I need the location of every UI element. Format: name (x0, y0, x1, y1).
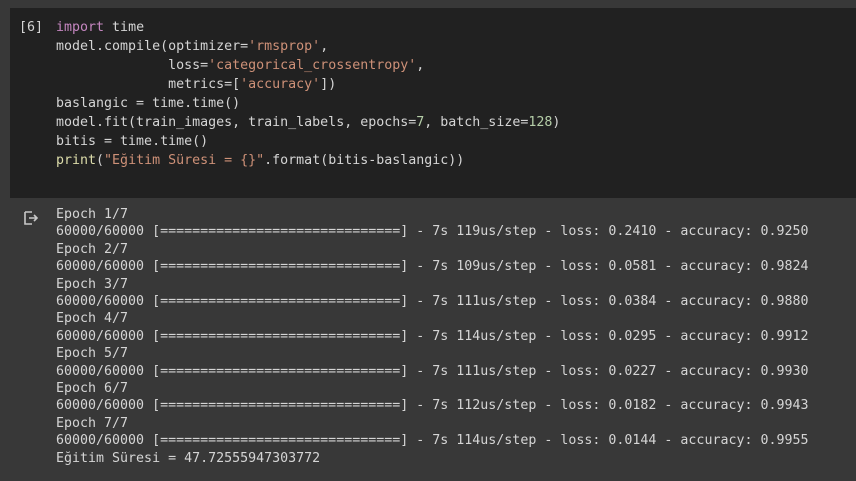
code-token: metrics=[ (56, 77, 241, 92)
output-line: Epoch 3/7 (56, 276, 129, 292)
code-cell[interactable]: [6] import time model.compile(optimizer='… (10, 8, 856, 198)
code-token: ]) (320, 77, 337, 92)
code-line: print("Eğitim Süresi = {}".format(bitis-… (56, 151, 560, 170)
code-token: 128 (528, 115, 553, 130)
output-line: 60000/60000 [===========================… (56, 294, 809, 310)
output-line: 60000/60000 [===========================… (56, 433, 809, 449)
code-token: ) (552, 115, 561, 130)
execution-count: [6] (19, 20, 44, 35)
code-line: metrics=['accuracy']) (56, 75, 560, 94)
code-token: bitis = time.time() (56, 134, 209, 149)
code-token: baslangic = time.time() (56, 96, 241, 111)
code-token: 'categorical_crossentropy' (208, 58, 417, 73)
code-token: 'rmsprop' (248, 39, 321, 54)
code-token: loss= (56, 58, 209, 73)
code-token: model.fit(train_images, train_labels, ep… (56, 115, 417, 130)
output-line: 60000/60000 [===========================… (56, 328, 809, 344)
cell-output: Epoch 1/7 60000/60000 [==================… (0, 198, 856, 481)
output-line: Epoch 4/7 (56, 311, 129, 327)
output-text: Epoch 1/7 60000/60000 [==================… (56, 206, 809, 467)
output-line: Eğitim Süresi = 47.72555947303772 (56, 450, 321, 466)
code-line: model.fit(train_images, train_labels, ep… (56, 113, 560, 132)
code-token: 'accuracy' (240, 77, 321, 92)
output-line: Epoch 6/7 (56, 381, 129, 397)
code-token: .format(bitis-baslangic)) (264, 153, 465, 168)
notebook-page: [6] import time model.compile(optimizer='… (0, 0, 856, 481)
output-line: 60000/60000 [===========================… (56, 363, 809, 379)
code-token: import (56, 20, 105, 35)
output-line: Epoch 7/7 (56, 415, 129, 431)
code-line: import time (56, 18, 560, 37)
output-line: 60000/60000 [===========================… (56, 259, 809, 275)
code-line: loss='categorical_crossentropy', (56, 56, 560, 75)
output-line: Epoch 1/7 (56, 207, 129, 222)
output-line: Epoch 5/7 (56, 346, 129, 362)
code-line: baslangic = time.time() (56, 94, 560, 113)
code-token: , (320, 39, 329, 54)
code-editor[interactable]: import time model.compile(optimizer='rmsp… (56, 18, 560, 170)
code-line: bitis = time.time() (56, 132, 560, 151)
code-token: time (104, 20, 145, 35)
output-redirect-icon[interactable] (23, 210, 39, 226)
output-line: Epoch 2/7 (56, 241, 129, 257)
code-line: model.compile(optimizer='rmsprop', (56, 37, 560, 56)
code-token: print (56, 153, 97, 168)
code-token: , (416, 58, 425, 73)
code-token: , batch_size= (424, 115, 529, 130)
code-token: model.compile(optimizer= (56, 39, 249, 54)
output-line: 60000/60000 [===========================… (56, 224, 809, 240)
code-token: ( (96, 153, 105, 168)
code-token: "Eğitim Süresi = {}" (104, 153, 265, 168)
output-line: 60000/60000 [===========================… (56, 398, 809, 414)
